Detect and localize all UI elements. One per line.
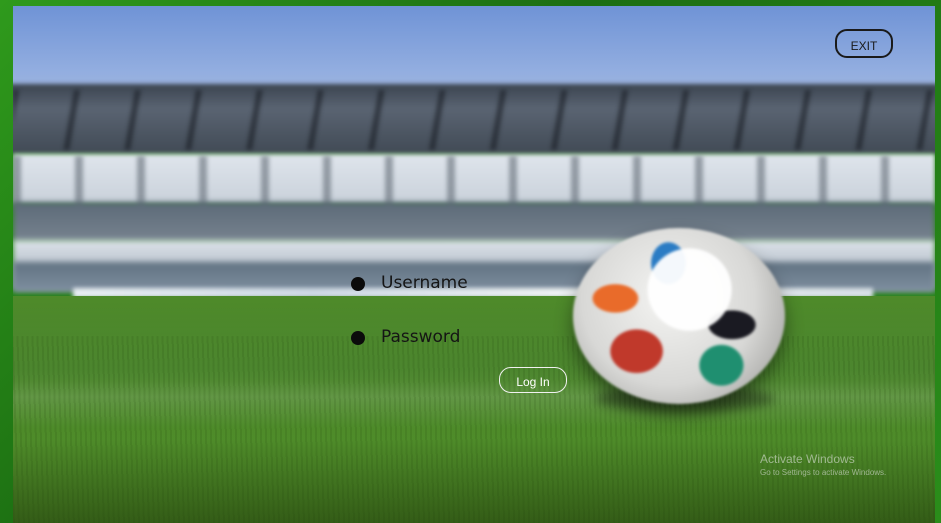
bullet-icon: [351, 331, 365, 345]
login-button[interactable]: Log In: [499, 367, 567, 393]
soccer-ball-image: [573, 228, 785, 404]
username-input[interactable]: [381, 270, 531, 296]
login-screen: EXIT Log In Activate Windows Go to Setti…: [13, 6, 935, 523]
stadium-roof-ribs: [13, 90, 935, 150]
username-row: [351, 270, 531, 296]
exit-button[interactable]: EXIT: [835, 29, 893, 58]
grass-texture: [13, 336, 935, 523]
watermark-title: Activate Windows: [760, 452, 855, 466]
activate-windows-watermark: Activate Windows Go to Settings to activ…: [760, 452, 886, 478]
watermark-subtitle: Go to Settings to activate Windows.: [760, 468, 887, 477]
bullet-icon: [351, 277, 365, 291]
password-input[interactable]: [381, 324, 531, 350]
password-row: [351, 324, 531, 350]
stadium-mid-tier: [13, 202, 935, 242]
